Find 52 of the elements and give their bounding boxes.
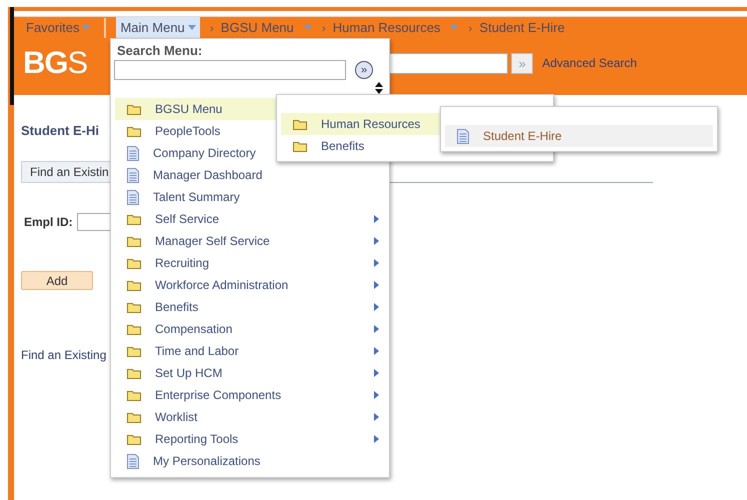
find-link[interactable]: Find an Existing [21, 348, 106, 362]
menu-item[interactable]: Worklist [115, 406, 385, 428]
menu-item[interactable]: Set Up HCM [115, 362, 385, 384]
logo: BGS [23, 45, 88, 81]
document-icon [457, 128, 469, 144]
folder-icon [127, 368, 141, 378]
sort-icon[interactable] [375, 82, 383, 94]
menu-item[interactable]: Recruiting [115, 252, 385, 274]
menu-item[interactable]: Benefits [115, 296, 385, 318]
search-label: Search Menu: [116, 42, 204, 58]
search-button[interactable]: » [355, 61, 373, 79]
folder-icon [127, 302, 141, 312]
menu-search-field[interactable] [114, 60, 346, 80]
nav-menu[interactable]: Main Menu [116, 17, 200, 38]
folder-icon [127, 214, 141, 224]
folder-icon [127, 280, 141, 290]
folder-icon [127, 346, 141, 356]
chevron-icon: › [322, 20, 326, 34]
menu-item[interactable]: Compensation [115, 318, 385, 340]
folder-icon [127, 236, 141, 246]
chevron-icon: › [210, 20, 214, 34]
caret-icon [188, 25, 196, 30]
folder-icon [127, 104, 141, 114]
folder-icon [127, 412, 141, 422]
folder-icon [127, 434, 141, 444]
menu-item[interactable]: Manager Self Service [115, 230, 385, 252]
menu-item[interactable]: Workforce Administration [115, 274, 385, 296]
caret-icon [82, 25, 90, 30]
folder-icon [127, 390, 141, 400]
menu-item[interactable]: Reporting Tools [115, 428, 385, 450]
document-icon [127, 454, 139, 468]
menu-item[interactable]: Time and Labor [115, 340, 385, 362]
add-button[interactable]: Add [21, 271, 93, 290]
menu-item[interactable]: Enterprise Components [115, 384, 385, 406]
folder-icon [127, 324, 141, 334]
menu-item[interactable]: My Personalizations [115, 450, 385, 472]
menu-item[interactable]: Manager Dashboard [115, 164, 385, 186]
document-icon [127, 168, 139, 182]
document-icon [127, 146, 139, 160]
caret-icon [304, 25, 312, 30]
folder-icon [127, 126, 141, 136]
caret-icon [450, 25, 458, 30]
folder-icon [127, 258, 141, 268]
advanced-search-link[interactable]: Advanced Search [542, 56, 637, 70]
menu-item[interactable]: Self Service [115, 208, 385, 230]
folder-icon [293, 140, 307, 152]
page-title: Student E-Hi [21, 123, 99, 138]
menu-item[interactable]: Student E-Hire [445, 125, 713, 147]
document-icon [127, 190, 139, 204]
chevron-icon: › [468, 20, 472, 34]
field-label: Empl ID: [24, 215, 73, 229]
menu-item[interactable]: Talent Summary [115, 186, 385, 208]
